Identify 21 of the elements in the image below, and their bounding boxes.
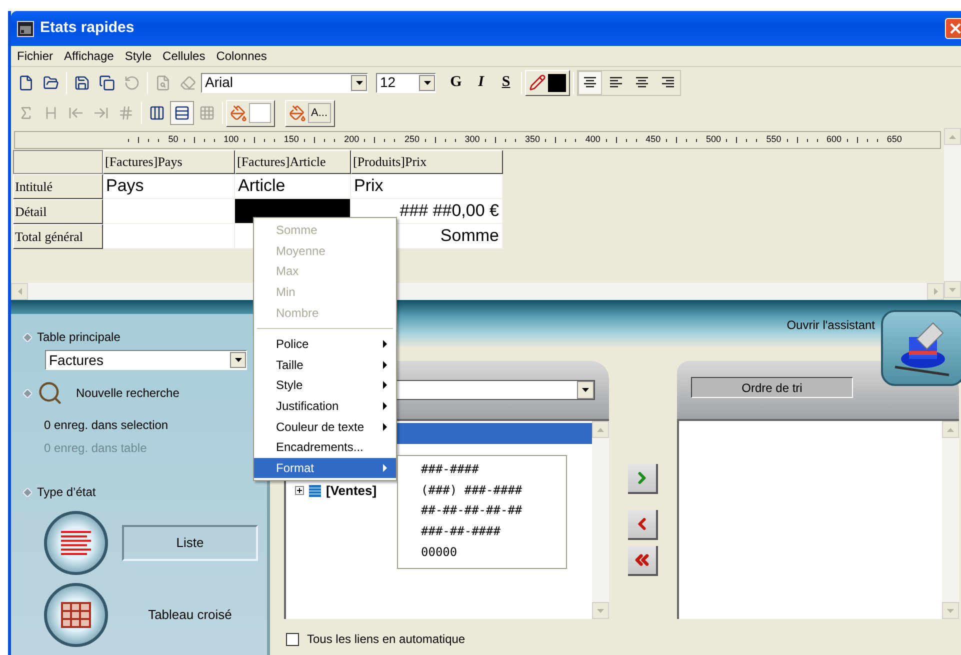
ruler-label: 250: [404, 133, 420, 146]
section-label: Table principale: [37, 329, 120, 346]
sort-order-title: Ordre de tri: [691, 377, 853, 398]
ruler-label: 400: [585, 133, 600, 146]
ruler-label: 150: [284, 133, 299, 146]
ruler-label: 450: [646, 133, 661, 146]
fill-text-label: A...: [308, 103, 331, 123]
ruler-label: 300: [464, 133, 480, 146]
ruler-label: 500: [706, 133, 721, 146]
ruler-label: 600: [826, 133, 842, 146]
window-title: Etats rapides: [40, 18, 134, 38]
ruler-label: 350: [525, 133, 540, 146]
section-label: Type d’état: [37, 484, 96, 501]
ruler-label: 650: [886, 133, 902, 146]
ruler-label: 50: [168, 133, 178, 146]
tree-label: [Ventes]: [326, 482, 377, 500]
ruler-label: 100: [224, 133, 239, 146]
record-count: 0 enreg. dans table: [44, 440, 148, 457]
ruler-label: 200: [344, 133, 360, 146]
record-count: 0 enreg. dans selection: [44, 417, 170, 434]
ruler-label: 550: [766, 133, 782, 146]
